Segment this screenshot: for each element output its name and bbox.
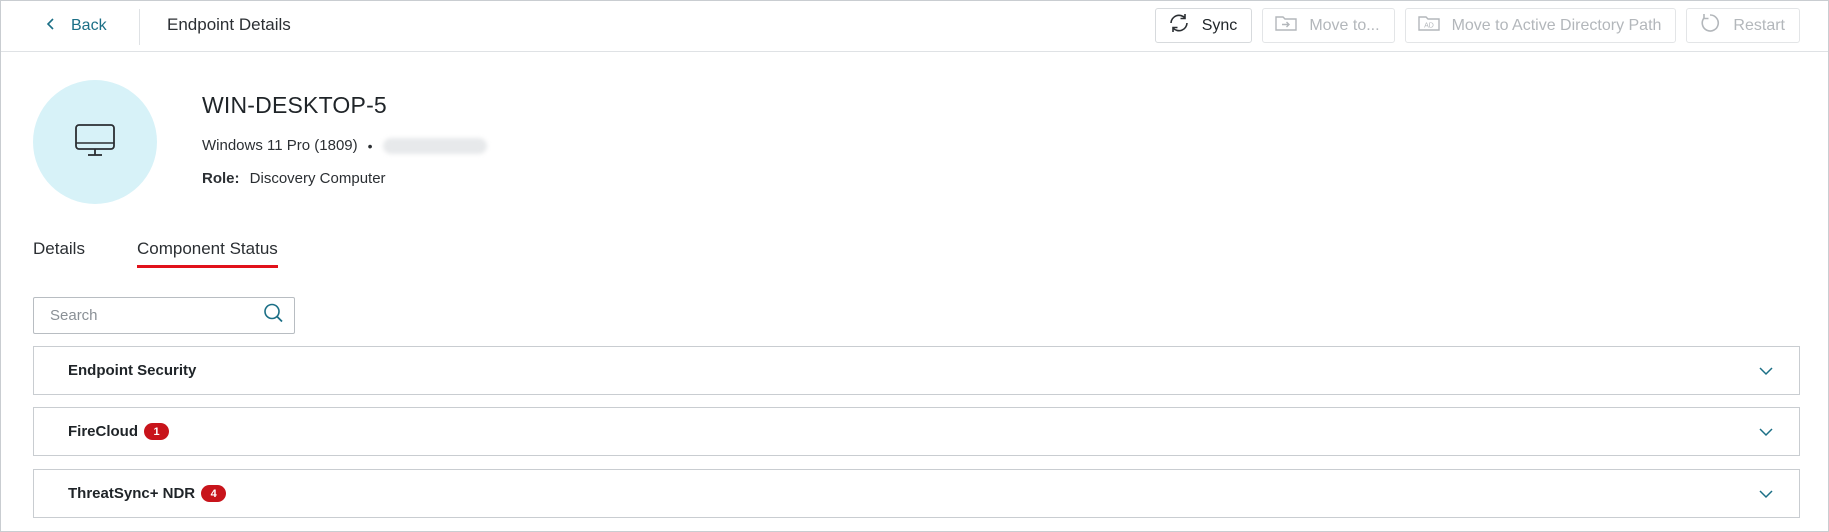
- endpoint-os-line: Windows 11 Pro (1809) •: [202, 137, 487, 154]
- restart-button[interactable]: Restart: [1686, 8, 1800, 43]
- accordion-label: Endpoint Security: [68, 362, 197, 379]
- separator-dot: •: [367, 137, 373, 154]
- action-toolbar: Sync Move to... AD Move to Active Direct…: [1154, 8, 1800, 43]
- count-badge: 1: [144, 423, 169, 440]
- endpoint-name: WIN-DESKTOP-5: [202, 92, 387, 118]
- ad-icon: AD: [1416, 12, 1442, 39]
- move-to-label: Move to...: [1309, 16, 1380, 34]
- tab-bar: Details Component Status: [33, 239, 278, 268]
- accordion-threatsync-ndr[interactable]: ThreatSync+ NDR 4: [33, 469, 1800, 518]
- sync-label: Sync: [1201, 16, 1238, 34]
- count-badge: 4: [201, 485, 227, 502]
- accordion-firecloud[interactable]: FireCloud 1: [33, 407, 1800, 456]
- move-to-button[interactable]: Move to...: [1262, 8, 1395, 43]
- computer-monitor-icon: [74, 122, 116, 163]
- top-bar: Back Endpoint Details Sync Move to... AD…: [1, 1, 1828, 52]
- svg-text:AD: AD: [1424, 23, 1434, 30]
- endpoint-details-window: Back Endpoint Details Sync Move to... AD…: [0, 0, 1829, 532]
- chevron-down-icon: [1759, 367, 1773, 376]
- back-button[interactable]: Back: [45, 13, 107, 39]
- restart-icon: [1697, 12, 1723, 39]
- sync-icon: [1166, 12, 1192, 39]
- accordion-endpoint-security[interactable]: Endpoint Security: [33, 346, 1800, 395]
- accordion-label: ThreatSync+ NDR: [68, 485, 196, 502]
- move-to-ad-path-button[interactable]: AD Move to Active Directory Path: [1404, 8, 1677, 43]
- divider: [139, 9, 140, 45]
- search-input[interactable]: [50, 307, 262, 324]
- chevron-down-icon: [1759, 490, 1773, 499]
- redacted-ip-address: [382, 137, 487, 154]
- endpoint-os: Windows 11 Pro (1809): [202, 137, 358, 154]
- endpoint-avatar: [33, 80, 157, 204]
- search-box: [33, 297, 295, 334]
- role-label: Role:: [202, 170, 240, 187]
- move-to-ad-path-label: Move to Active Directory Path: [1451, 16, 1662, 34]
- sync-button[interactable]: Sync: [1154, 8, 1253, 43]
- back-label: Back: [71, 17, 107, 34]
- search-icon[interactable]: [262, 302, 284, 329]
- role-value: Discovery Computer: [249, 170, 386, 187]
- folder-move-icon: [1273, 12, 1299, 39]
- tab-component-status[interactable]: Component Status: [136, 239, 278, 268]
- accordion-label: FireCloud: [68, 423, 138, 440]
- restart-label: Restart: [1733, 16, 1785, 34]
- page-title: Endpoint Details: [167, 15, 291, 34]
- chevron-down-icon: [1759, 428, 1773, 437]
- endpoint-role: Role: Discovery Computer: [202, 170, 386, 187]
- chevron-left-icon: [45, 17, 57, 35]
- tab-details[interactable]: Details: [33, 239, 85, 268]
